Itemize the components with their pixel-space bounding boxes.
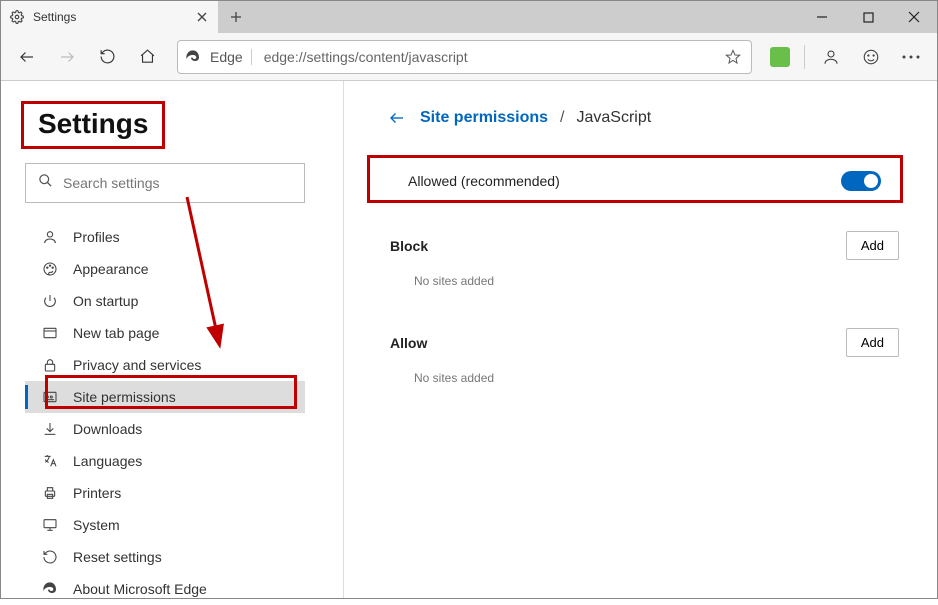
content-area: Settings Profiles Appearance On startup … — [1, 81, 937, 598]
nav-privacy[interactable]: Privacy and services — [25, 349, 305, 381]
address-bar[interactable]: Edge — [177, 40, 752, 74]
home-button[interactable] — [129, 39, 165, 75]
power-icon — [41, 292, 59, 310]
toolbar: Edge — [1, 33, 937, 81]
search-settings-box[interactable] — [25, 163, 305, 203]
forward-button — [49, 39, 85, 75]
block-empty-text: No sites added — [414, 274, 901, 288]
nav-label: Downloads — [73, 421, 142, 437]
allowed-toggle-switch[interactable] — [841, 171, 881, 191]
nav-label: Printers — [73, 485, 121, 501]
nav-label: On startup — [73, 293, 138, 309]
gear-icon — [9, 9, 25, 25]
settings-heading: Settings — [24, 104, 162, 146]
allowed-toggle-label: Allowed (recommended) — [408, 173, 560, 189]
close-window-button[interactable] — [891, 1, 937, 33]
minimize-button[interactable] — [799, 1, 845, 33]
lock-icon — [41, 356, 59, 374]
breadcrumb-back-icon[interactable] — [388, 109, 408, 127]
nav-downloads[interactable]: Downloads — [25, 413, 305, 445]
sliders-icon — [41, 388, 59, 406]
reset-icon — [41, 548, 59, 566]
nav-onstartup[interactable]: On startup — [25, 285, 305, 317]
nav-label: Appearance — [73, 261, 149, 277]
maximize-button[interactable] — [845, 1, 891, 33]
block-label: Block — [390, 238, 428, 254]
nav-about[interactable]: About Microsoft Edge — [25, 573, 305, 605]
breadcrumb-separator: / — [560, 109, 564, 127]
nav-reset[interactable]: Reset settings — [25, 541, 305, 573]
nav-label: Site permissions — [73, 389, 176, 405]
settings-heading-highlight: Settings — [21, 101, 165, 149]
favorite-icon[interactable] — [721, 49, 745, 65]
breadcrumb-parent[interactable]: Site permissions — [420, 109, 548, 127]
download-icon — [41, 420, 59, 438]
allowed-toggle-row: Allowed (recommended) — [388, 155, 901, 207]
language-icon — [41, 452, 59, 470]
allow-empty-text: No sites added — [414, 371, 901, 385]
nav-languages[interactable]: Languages — [25, 445, 305, 477]
feedback-icon[interactable] — [853, 39, 889, 75]
window-controls — [799, 1, 937, 33]
nav-newtab[interactable]: New tab page — [25, 317, 305, 349]
profile-icon[interactable] — [813, 39, 849, 75]
nav-printers[interactable]: Printers — [25, 477, 305, 509]
settings-nav: Profiles Appearance On startup New tab p… — [25, 221, 305, 605]
back-button[interactable] — [9, 39, 45, 75]
close-icon[interactable] — [194, 9, 210, 25]
more-icon[interactable] — [893, 39, 929, 75]
allow-label: Allow — [390, 335, 427, 351]
window-icon — [41, 324, 59, 342]
nav-label: About Microsoft Edge — [73, 581, 207, 597]
nav-system[interactable]: System — [25, 509, 305, 541]
edge-icon — [41, 580, 59, 598]
breadcrumb: Site permissions / JavaScript — [388, 109, 901, 127]
palette-icon — [41, 260, 59, 278]
url-input[interactable] — [260, 49, 713, 65]
address-scheme-label: Edge — [210, 49, 252, 65]
nav-label: Languages — [73, 453, 142, 469]
title-bar: Settings — [1, 1, 937, 33]
breadcrumb-current: JavaScript — [577, 109, 652, 127]
printer-icon — [41, 484, 59, 502]
monitor-icon — [41, 516, 59, 534]
toolbar-divider — [804, 45, 805, 69]
person-icon — [41, 228, 59, 246]
browser-tab[interactable]: Settings — [1, 1, 219, 33]
settings-sidebar: Settings Profiles Appearance On startup … — [1, 81, 343, 598]
nav-sitepermissions[interactable]: Site permissions — [25, 381, 305, 413]
settings-main: Site permissions / JavaScript Allowed (r… — [343, 81, 937, 598]
nav-profiles[interactable]: Profiles — [25, 221, 305, 253]
nav-label: Privacy and services — [73, 357, 201, 373]
allow-section-header: Allow Add — [388, 328, 901, 357]
nav-label: Profiles — [73, 229, 120, 245]
edge-logo-icon — [184, 48, 202, 66]
allow-add-button[interactable]: Add — [846, 328, 899, 357]
nav-label: New tab page — [73, 325, 159, 341]
search-icon — [38, 173, 53, 193]
search-input[interactable] — [63, 175, 292, 191]
block-section-header: Block Add — [388, 231, 901, 260]
tab-title: Settings — [33, 10, 186, 24]
extension-badge[interactable] — [770, 47, 790, 67]
nav-label: System — [73, 517, 120, 533]
block-add-button[interactable]: Add — [846, 231, 899, 260]
new-tab-button[interactable] — [219, 1, 253, 33]
refresh-button[interactable] — [89, 39, 125, 75]
nav-appearance[interactable]: Appearance — [25, 253, 305, 285]
nav-label: Reset settings — [73, 549, 162, 565]
